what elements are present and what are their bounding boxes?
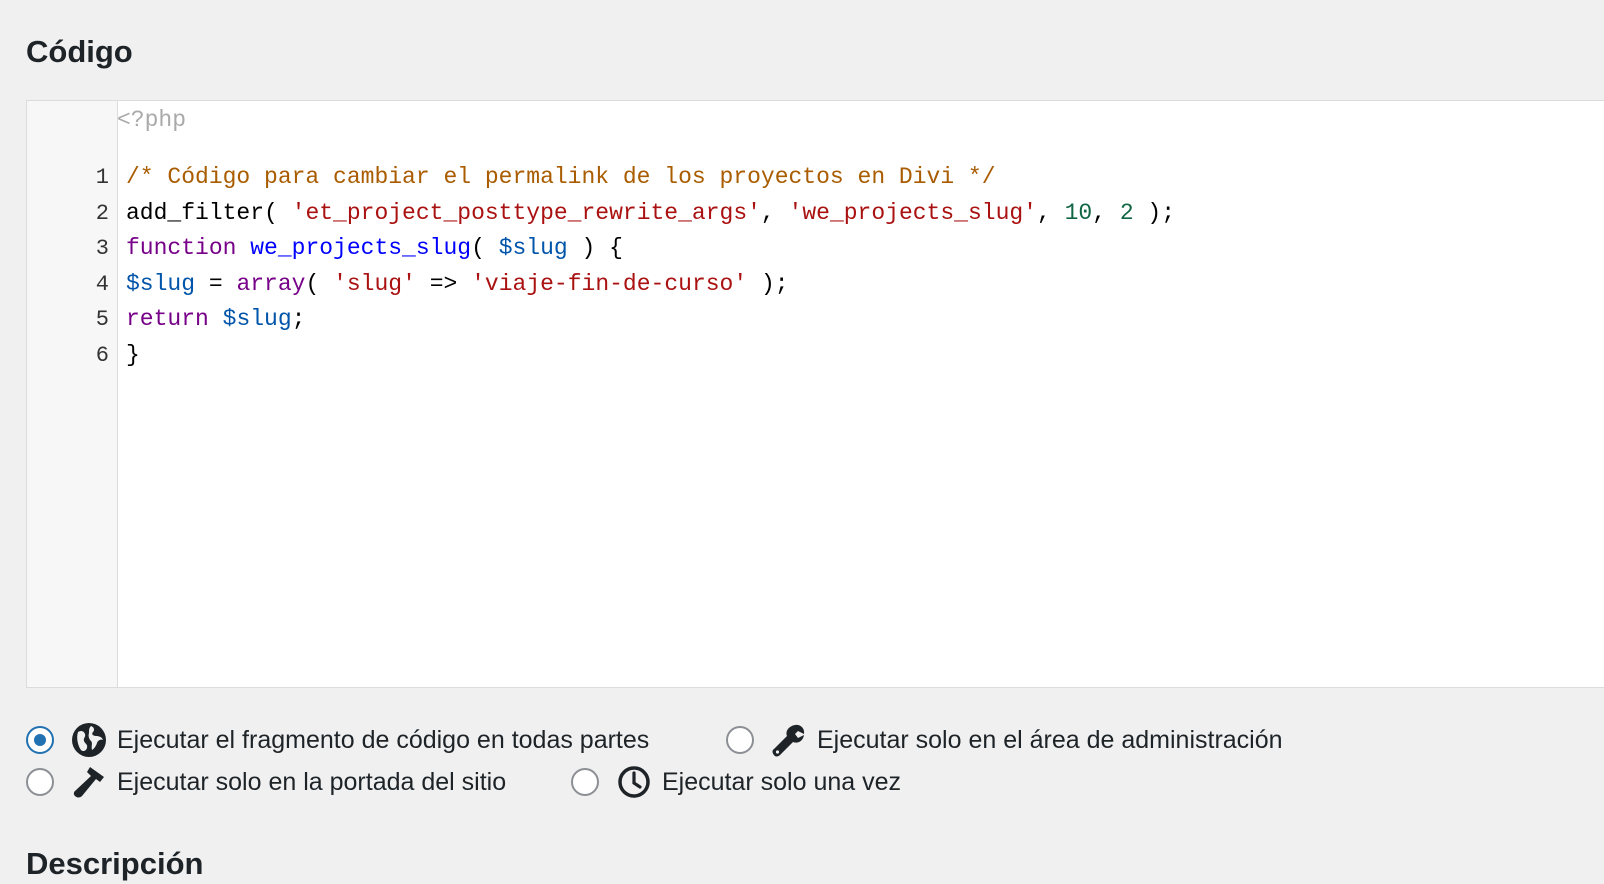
scope-front-end-radio[interactable] bbox=[26, 768, 54, 796]
line-number: 2 bbox=[95, 200, 109, 226]
code-token-plain: ; bbox=[291, 306, 306, 333]
code-token-number: 10 bbox=[1064, 199, 1093, 226]
globe-icon bbox=[71, 722, 107, 758]
scope-single-use-option[interactable]: Ejecutar solo una vez bbox=[571, 764, 901, 800]
scope-everywhere-option[interactable]: Ejecutar el fragmento de código en todas… bbox=[26, 722, 649, 758]
code-token-var: $slug bbox=[498, 235, 568, 262]
wrench-icon bbox=[771, 722, 807, 758]
scope-everywhere-radio[interactable] bbox=[26, 726, 54, 754]
code-editor[interactable]: <?php 1 /* Código para cambiar el permali… bbox=[26, 100, 1604, 688]
code-token-plain: ( bbox=[305, 270, 334, 297]
code-token-plain: , bbox=[760, 199, 789, 226]
hammer-icon bbox=[71, 764, 107, 800]
clock-icon bbox=[616, 764, 652, 800]
line-number: 4 bbox=[95, 271, 109, 297]
code-token-plain: ( bbox=[471, 235, 499, 262]
code-token-plain: } bbox=[126, 341, 140, 368]
scope-single-use-radio[interactable] bbox=[571, 768, 599, 796]
description-section-title: Descripción bbox=[26, 846, 204, 881]
code-token-plain: add_filter( bbox=[126, 199, 292, 226]
scope-front-end-label: Ejecutar solo en la portada del sitio bbox=[117, 767, 507, 796]
scope-everywhere-label: Ejecutar el fragmento de código en todas… bbox=[117, 725, 650, 754]
code-line[interactable]: 6} bbox=[27, 338, 1604, 374]
code-text[interactable]: return $slug; bbox=[126, 302, 305, 338]
code-text[interactable]: function we_projects_slug( $slug ) { bbox=[126, 231, 623, 267]
code-token-plain: ) { bbox=[567, 235, 623, 262]
code-token-string: 'et_project_posttype_rewrite_args' bbox=[291, 199, 761, 226]
scope-single-use-label: Ejecutar solo una vez bbox=[662, 767, 902, 796]
code-lines[interactable]: 1 /* Código para cambiar el permalink de … bbox=[27, 160, 1604, 374]
code-token-plain: ); bbox=[747, 270, 789, 297]
code-token-var: $slug bbox=[126, 270, 196, 297]
code-token-plain: ); bbox=[1133, 199, 1176, 226]
code-token-def: we_projects_slug bbox=[250, 235, 472, 262]
code-text[interactable]: /* Código para cambiar el permalink de l… bbox=[126, 160, 996, 196]
code-token-string: 'we_projects_slug' bbox=[788, 199, 1037, 226]
code-token-string: 'viaje-fin-de-curso' bbox=[471, 270, 748, 297]
code-token-plain: = bbox=[195, 270, 237, 297]
scope-admin-radio[interactable] bbox=[726, 726, 754, 754]
code-text[interactable]: } bbox=[126, 338, 140, 374]
code-token-plain: , bbox=[1036, 199, 1065, 226]
code-token-plain: , bbox=[1092, 199, 1120, 226]
code-token-builtin: array bbox=[236, 270, 306, 297]
code-token-string: 'slug' bbox=[333, 270, 416, 297]
code-token-var: $slug bbox=[222, 306, 292, 333]
code-text[interactable]: $slug = array( 'slug' => 'viaje-fin-de-c… bbox=[126, 267, 789, 303]
code-token-number: 2 bbox=[1119, 199, 1134, 226]
line-number: 3 bbox=[95, 236, 109, 262]
code-line[interactable]: 3 function we_projects_slug( $slug ) { bbox=[27, 231, 1604, 267]
line-number: 1 bbox=[95, 165, 109, 190]
code-token-comment: /* Código para cambiar el permalink de l… bbox=[126, 164, 996, 190]
code-section-title: Código bbox=[26, 34, 133, 69]
code-token-keyword: return bbox=[126, 306, 209, 333]
code-line[interactable]: 5 return $slug; bbox=[27, 302, 1604, 338]
code-line[interactable]: 1 /* Código para cambiar el permalink de … bbox=[27, 160, 1604, 196]
php-open-tag: <?php bbox=[117, 107, 187, 133]
scope-admin-label: Ejecutar solo en el área de administraci… bbox=[817, 725, 1283, 754]
scope-front-end-option[interactable]: Ejecutar solo en la portada del sitio bbox=[26, 764, 506, 800]
line-number: 5 bbox=[95, 307, 109, 333]
scope-admin-option[interactable]: Ejecutar solo en el área de administraci… bbox=[726, 722, 1283, 758]
code-token-keyword: function bbox=[126, 235, 237, 262]
code-token-plain: => bbox=[415, 270, 472, 297]
line-number: 6 bbox=[95, 342, 109, 368]
code-line[interactable]: 4 $slug = array( 'slug' => 'viaje-fin-de-… bbox=[27, 267, 1604, 303]
code-line[interactable]: 2 add_filter( 'et_project_posttype_rewrit… bbox=[27, 196, 1604, 232]
code-text[interactable]: add_filter( 'et_project_posttype_rewrite… bbox=[126, 196, 1175, 232]
